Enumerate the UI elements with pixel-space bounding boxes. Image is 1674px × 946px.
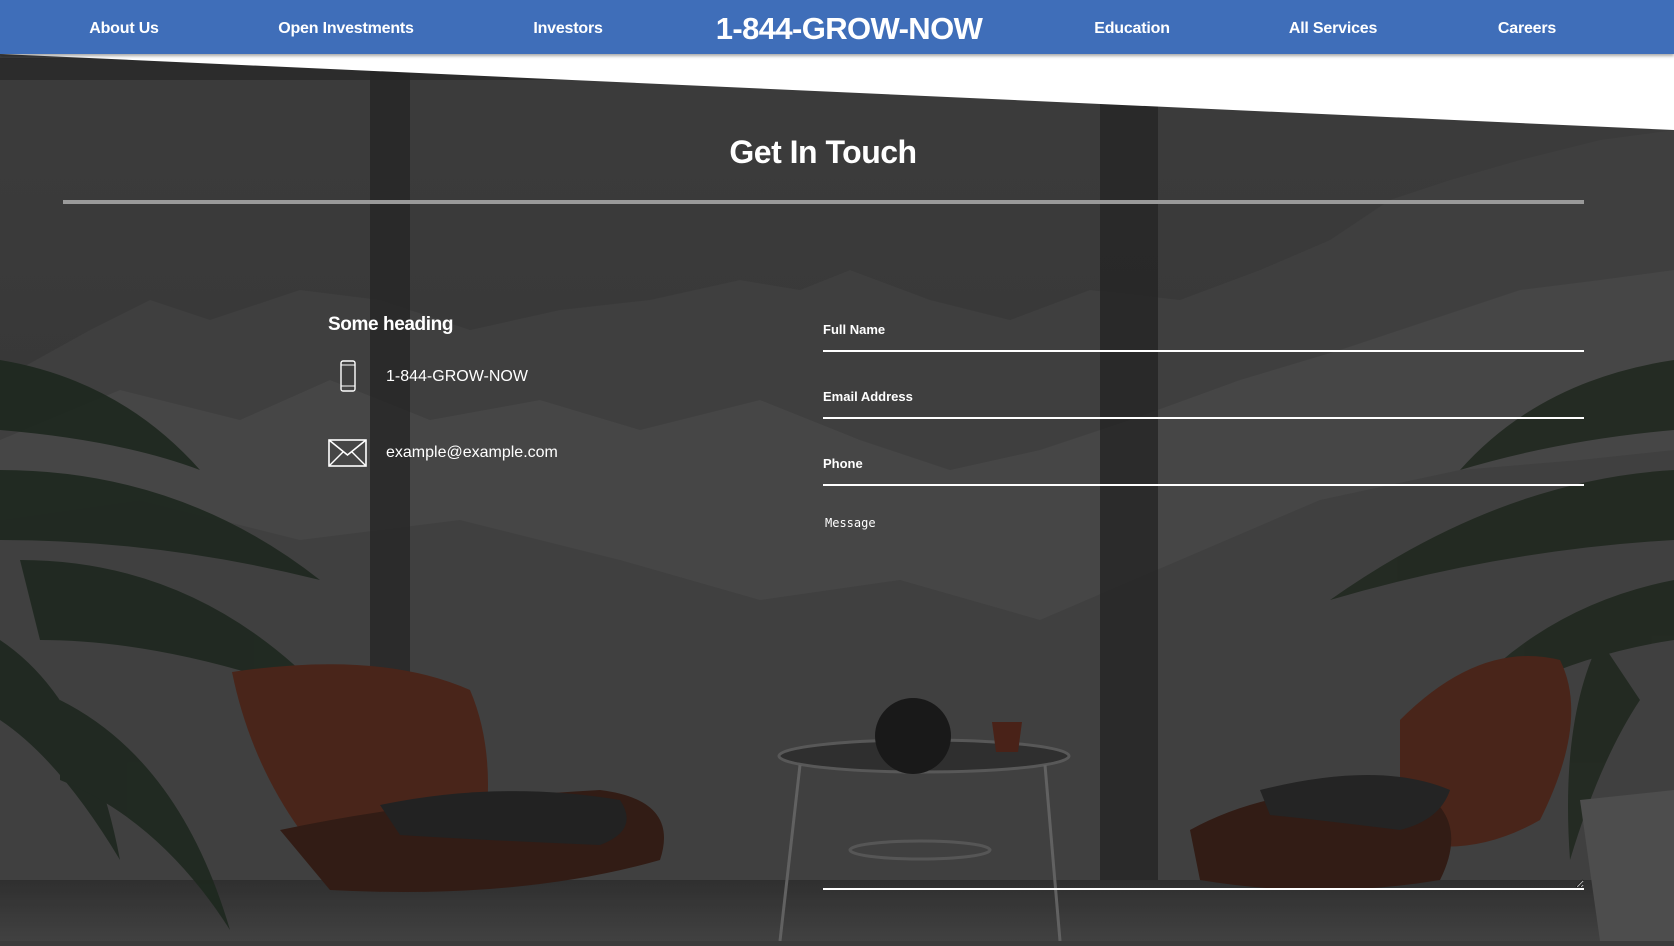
nav-open-investments[interactable]: Open Investments [278, 0, 414, 54]
nav-careers[interactable]: Careers [1498, 0, 1556, 54]
contact-info-heading: Some heading [328, 314, 454, 335]
phone-input[interactable] [823, 460, 1584, 486]
message-textarea[interactable] [823, 512, 1584, 890]
nav-about-us[interactable]: About Us [89, 0, 159, 54]
mobile-phone-icon [328, 360, 368, 399]
full-name-input[interactable] [823, 326, 1584, 352]
page-title: Get In Touch [729, 134, 917, 170]
nav-education[interactable]: Education [1094, 0, 1170, 54]
phone-field-group: Phone [823, 456, 1584, 486]
email-input[interactable] [823, 393, 1584, 419]
nav-investors[interactable]: Investors [533, 0, 603, 54]
envelope-icon [328, 438, 368, 473]
email-field-group: Email Address [823, 389, 1584, 419]
email-address[interactable]: example@example.com [386, 444, 558, 462]
top-navigation: About Us Open Investments Investors 1-84… [0, 0, 1674, 54]
phone-number[interactable]: 1-844-GROW-NOW [386, 368, 528, 386]
nav-all-services[interactable]: All Services [1289, 0, 1378, 54]
nav-brand-phone[interactable]: 1-844-GROW-NOW [716, 0, 983, 54]
full-name-field-group: Full Name [823, 322, 1584, 352]
title-divider [63, 200, 1584, 204]
